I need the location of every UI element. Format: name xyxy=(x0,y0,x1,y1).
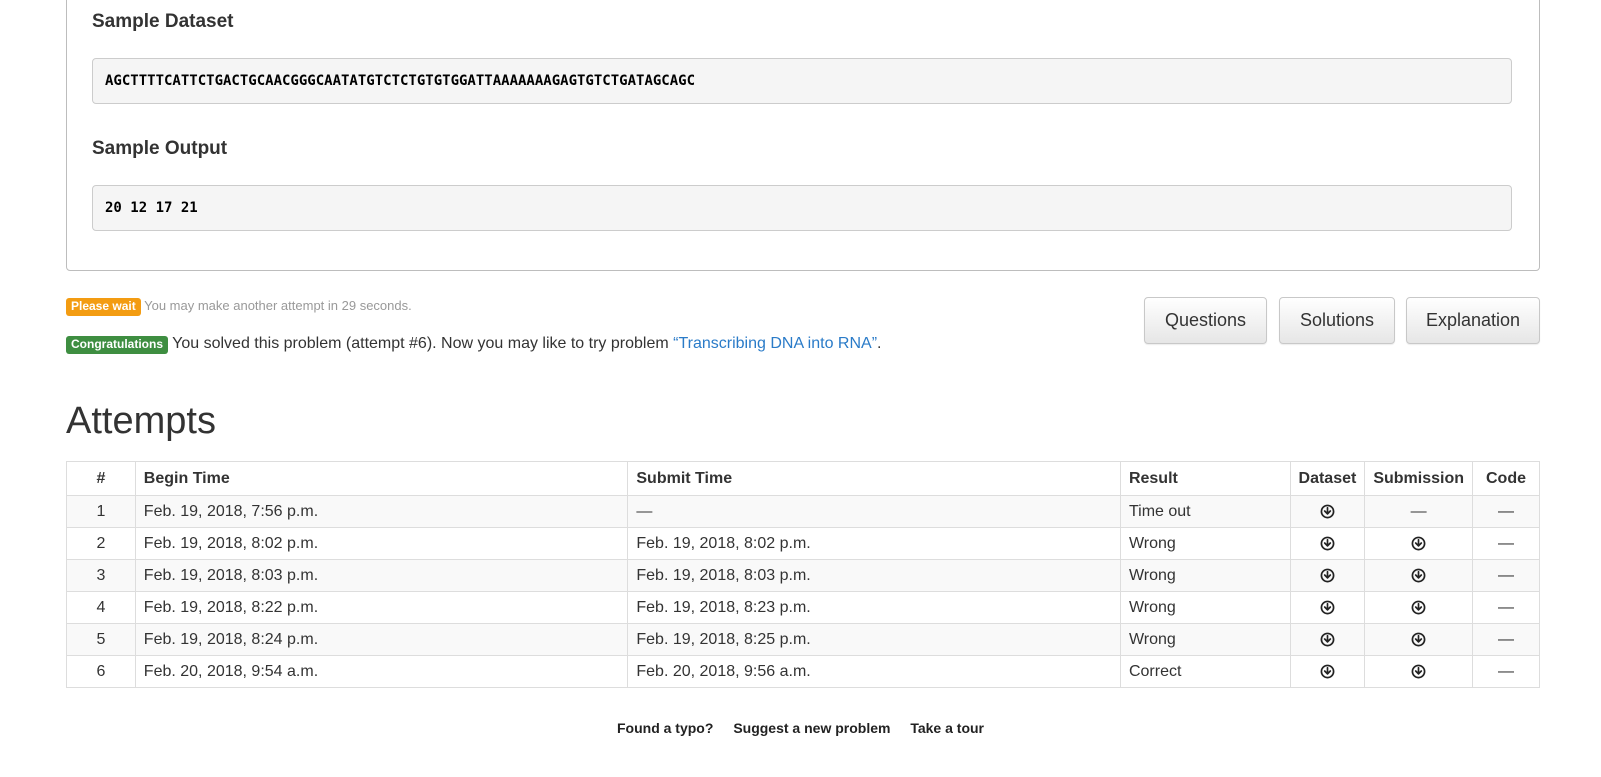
table-header-row: # Begin Time Submit Time Result Dataset … xyxy=(66,461,1540,496)
download-icon[interactable] xyxy=(1411,632,1426,647)
code-cell: — xyxy=(1472,527,1540,560)
result: Wrong xyxy=(1119,559,1291,592)
download-icon[interactable] xyxy=(1320,568,1335,583)
sample-output-box: 20 12 17 21 xyxy=(92,185,1512,231)
column-header: Submission xyxy=(1364,461,1474,496)
submit-time: Feb. 19, 2018, 8:03 p.m. xyxy=(627,559,1121,592)
column-header: Result xyxy=(1119,461,1291,496)
result: Wrong xyxy=(1119,591,1291,624)
submit-time: Feb. 19, 2018, 8:23 p.m. xyxy=(627,591,1121,624)
download-icon[interactable] xyxy=(1320,600,1335,615)
result: Wrong xyxy=(1119,527,1291,560)
dataset-cell xyxy=(1289,559,1366,592)
questions-button[interactable]: Questions xyxy=(1144,297,1267,344)
submit-time: Feb. 19, 2018, 8:25 p.m. xyxy=(627,623,1121,656)
begin-time: Feb. 19, 2018, 8:03 p.m. xyxy=(134,559,629,592)
submission-cell xyxy=(1364,527,1474,560)
attempts-table: # Begin Time Submit Time Result Dataset … xyxy=(66,461,1540,688)
table-row: 2 Feb. 19, 2018, 8:02 p.m. Feb. 19, 2018, … xyxy=(66,527,1540,560)
attempt-number: 5 xyxy=(66,623,136,656)
code-cell: — xyxy=(1472,559,1540,592)
wait-message-text: You may make another attempt in 29 secon… xyxy=(144,298,412,313)
suggest-problem-link[interactable]: Suggest a new problem xyxy=(733,720,890,736)
download-icon[interactable] xyxy=(1411,568,1426,583)
submit-time: Feb. 19, 2018, 8:02 p.m. xyxy=(627,527,1121,560)
next-problem-link[interactable]: “Transcribing DNA into RNA” xyxy=(673,335,877,352)
submission-cell xyxy=(1364,655,1474,688)
download-icon[interactable] xyxy=(1320,632,1335,647)
begin-time: Feb. 20, 2018, 9:54 a.m. xyxy=(134,655,629,688)
table-row: 5 Feb. 19, 2018, 8:24 p.m. Feb. 19, 2018, … xyxy=(66,623,1540,656)
sample-dataset-box: AGCTTTTCATTCTGACTGCAACGGGCAATATGTCTCTGTG… xyxy=(92,58,1512,104)
dataset-cell xyxy=(1289,623,1366,656)
submission-cell xyxy=(1364,559,1474,592)
column-header: Begin Time xyxy=(134,461,629,496)
attempt-number: 1 xyxy=(66,495,136,528)
column-header: Dataset xyxy=(1289,461,1366,496)
column-header: Submit Time xyxy=(627,461,1121,496)
attempt-number: 4 xyxy=(66,591,136,624)
attempt-number: 3 xyxy=(66,559,136,592)
download-icon[interactable] xyxy=(1411,664,1426,679)
download-icon[interactable] xyxy=(1320,504,1335,519)
wait-message: Please wait You may make another attempt… xyxy=(66,298,412,316)
dataset-cell xyxy=(1289,591,1366,624)
attempt-number: 6 xyxy=(66,655,136,688)
sample-output-title: Sample Output xyxy=(92,138,228,159)
code-cell: — xyxy=(1472,655,1540,688)
column-header: Code xyxy=(1472,461,1540,496)
solutions-button[interactable]: Solutions xyxy=(1279,297,1395,344)
attempt-number: 2 xyxy=(66,527,136,560)
begin-time: Feb. 19, 2018, 8:22 p.m. xyxy=(134,591,629,624)
found-typo-link[interactable]: Found a typo? xyxy=(617,720,713,736)
congrats-message: Congratulations You solved this problem … xyxy=(66,333,886,355)
table-row: 1 Feb. 19, 2018, 7:56 p.m. — Time out — — xyxy=(66,495,1540,528)
begin-time: Feb. 19, 2018, 7:56 p.m. xyxy=(134,495,629,528)
footer-links: Found a typo? Suggest a new problem Take… xyxy=(0,720,1601,736)
submission-cell xyxy=(1364,623,1474,656)
table-row: 4 Feb. 19, 2018, 8:22 p.m. Feb. 19, 2018, … xyxy=(66,591,1540,624)
submission-cell: — xyxy=(1364,495,1474,528)
result: Correct xyxy=(1119,655,1291,688)
code-cell: — xyxy=(1472,623,1540,656)
download-icon[interactable] xyxy=(1411,600,1426,615)
submit-time: — xyxy=(627,495,1121,528)
dataset-cell xyxy=(1289,495,1366,528)
result: Wrong xyxy=(1119,623,1291,656)
column-header: # xyxy=(66,461,136,496)
download-icon[interactable] xyxy=(1320,664,1335,679)
please-wait-badge: Please wait xyxy=(66,298,141,316)
dataset-cell xyxy=(1289,527,1366,560)
begin-time: Feb. 19, 2018, 8:24 p.m. xyxy=(134,623,629,656)
table-row: 6 Feb. 20, 2018, 9:54 a.m. Feb. 20, 2018, … xyxy=(66,655,1540,688)
code-cell: — xyxy=(1472,495,1540,528)
congrats-message-text: You solved this problem (attempt #6). No… xyxy=(172,335,674,352)
dataset-cell xyxy=(1289,655,1366,688)
sample-dataset-title: Sample Dataset xyxy=(92,11,234,32)
explanation-button[interactable]: Explanation xyxy=(1406,297,1540,344)
submission-cell xyxy=(1364,591,1474,624)
attempts-title: Attempts xyxy=(66,400,216,442)
table-row: 3 Feb. 19, 2018, 8:03 p.m. Feb. 19, 2018, … xyxy=(66,559,1540,592)
congratulations-badge: Congratulations xyxy=(66,336,168,354)
congrats-suffix: . xyxy=(877,335,882,352)
code-cell: — xyxy=(1472,591,1540,624)
take-tour-link[interactable]: Take a tour xyxy=(910,720,984,736)
result: Time out xyxy=(1119,495,1291,528)
submit-time: Feb. 20, 2018, 9:56 a.m. xyxy=(627,655,1121,688)
download-icon[interactable] xyxy=(1411,536,1426,551)
download-icon[interactable] xyxy=(1320,536,1335,551)
begin-time: Feb. 19, 2018, 8:02 p.m. xyxy=(134,527,629,560)
